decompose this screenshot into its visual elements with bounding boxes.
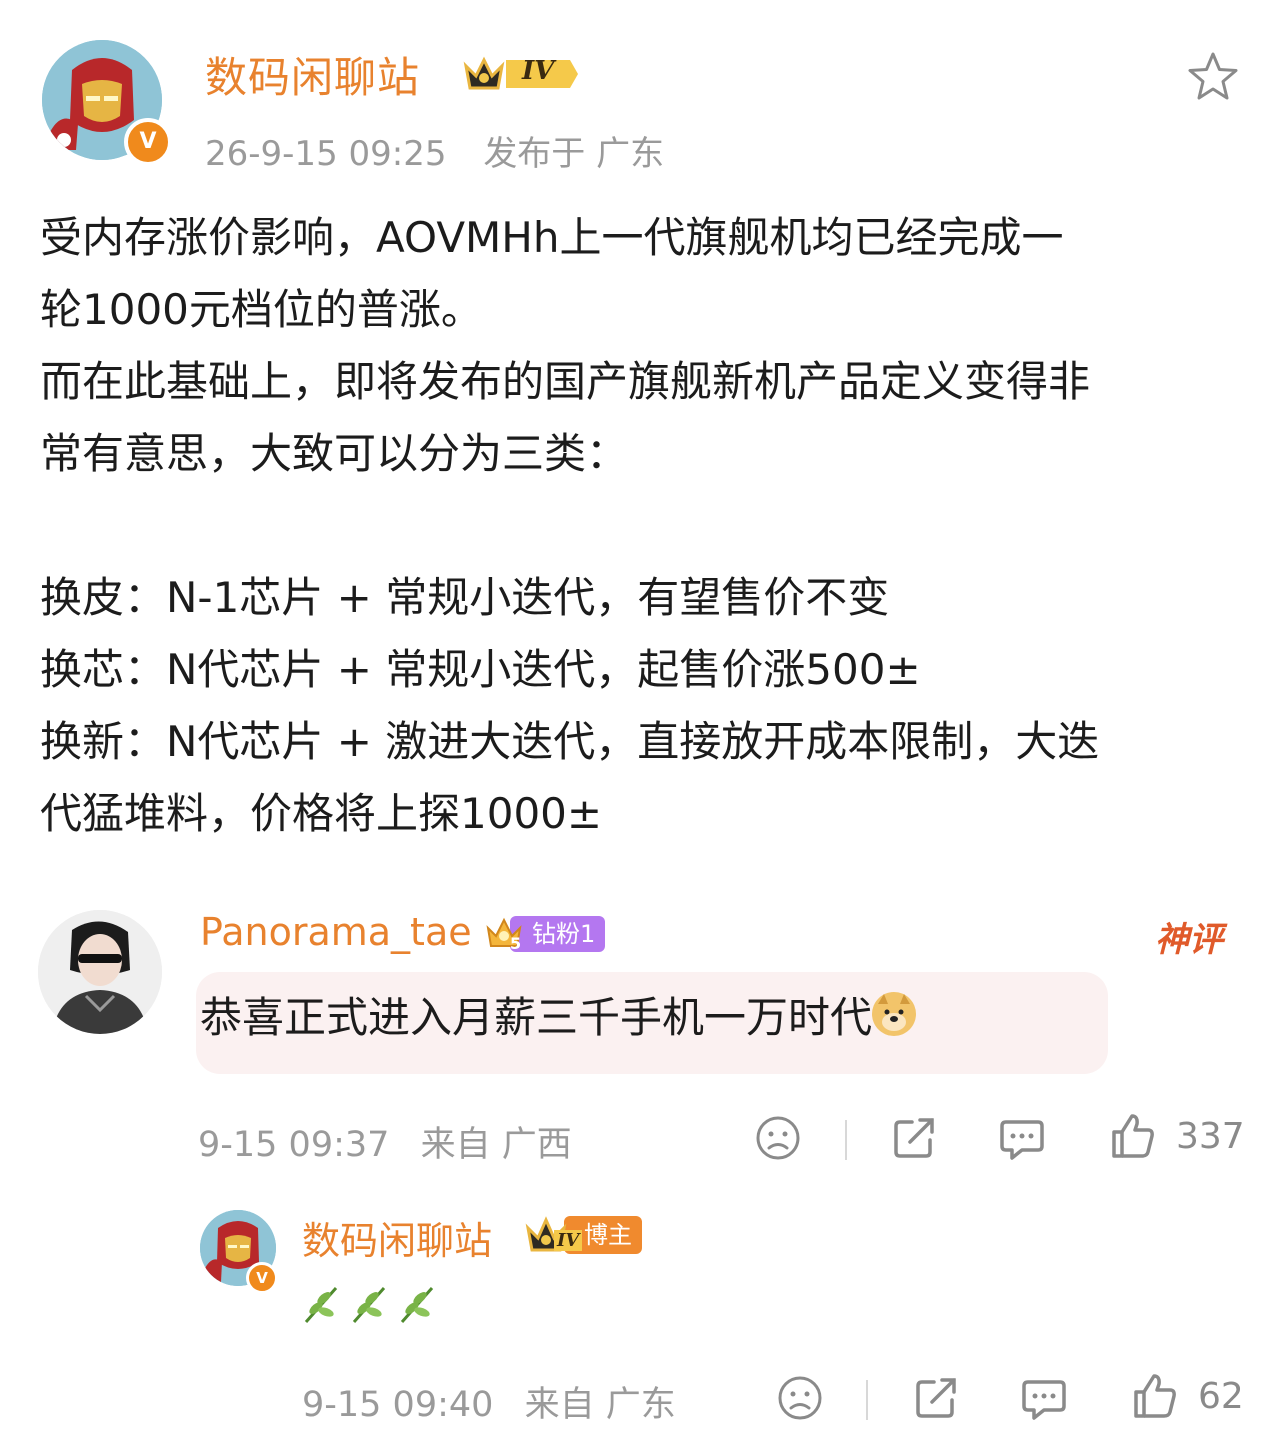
leaf-icon xyxy=(302,1287,442,1336)
comment-location: 来自 广西 xyxy=(420,1125,572,1165)
comment-text-wrap: 恭喜正式进入月薪三千手机一万时代 xyxy=(200,986,917,1050)
post-line: 轮1000元档位的普涨。 xyxy=(40,285,483,334)
favorite-star-icon[interactable] xyxy=(1186,50,1240,104)
dislike-icon[interactable] xyxy=(754,1114,802,1162)
reply-text xyxy=(302,1282,442,1336)
reply-dislike-icon[interactable] xyxy=(776,1374,824,1422)
divider xyxy=(845,1120,847,1160)
post-blank-line xyxy=(40,490,1245,562)
post-location: 发布于 广东 xyxy=(483,134,665,174)
reply-share-icon[interactable] xyxy=(912,1374,960,1422)
reply-crown-icon: IV xyxy=(524,1214,583,1256)
reply-like-count: 62 xyxy=(1198,1376,1244,1417)
commenter-name[interactable]: Panorama_tae xyxy=(200,910,472,954)
reply-level-badge: IV 博主 xyxy=(524,1214,642,1256)
comment-meta: 9-15 09:37 来自 广西 xyxy=(198,1116,572,1167)
reply-comment-icon[interactable] xyxy=(1020,1374,1068,1422)
post-line: 代猛堆料，价格将上探1000± xyxy=(40,789,603,838)
post-content: 受内存涨价影响，AOVMHh上一代旗舰机均已经完成一 轮1000元档位的普涨。 … xyxy=(40,202,1245,850)
fan-badge: 5 钻粉1 xyxy=(484,914,606,954)
reply-like-icon[interactable] xyxy=(1130,1372,1178,1420)
post-meta: 26-9-15 09:25 发布于 广东 xyxy=(205,126,664,175)
reply-timestamp: 9-15 09:40 xyxy=(302,1385,494,1425)
fan-crown-icon: 5 xyxy=(484,914,528,954)
reply-divider xyxy=(866,1380,868,1420)
post-line: 常有意思，大致可以分为三类： xyxy=(40,429,629,478)
post-timestamp: 26-9-15 09:25 xyxy=(205,134,447,174)
post-line: 换新：N代芯片 + 激进大迭代，直接放开成本限制，大迭 xyxy=(40,717,1100,766)
level-badge: IV xyxy=(462,52,582,96)
like-count: 337 xyxy=(1176,1116,1245,1157)
reply-meta: 9-15 09:40 来自 广东 xyxy=(302,1376,676,1427)
level-badge-text: IV xyxy=(522,56,555,86)
comment-text: 恭喜正式进入月薪三千手机一万时代 xyxy=(200,993,873,1042)
comment-icon[interactable] xyxy=(998,1114,1046,1162)
post-line: 而在此基础上，即将发布的国产旗舰新机产品定义变得非 xyxy=(40,357,1091,406)
doge-icon xyxy=(872,992,917,1036)
reply-verified-badge-icon: V xyxy=(246,1262,278,1294)
author-name[interactable]: 数码闲聊站 xyxy=(205,44,420,105)
like-icon[interactable] xyxy=(1108,1112,1156,1160)
reply-location: 来自 广东 xyxy=(524,1385,676,1425)
verified-badge-icon: V xyxy=(124,118,172,166)
comment-timestamp: 9-15 09:37 xyxy=(198,1125,390,1165)
top-comment-tag: 神评 xyxy=(1155,920,1223,960)
post-line: 换皮：N-1芯片 + 常规小迭代，有望售价不变 xyxy=(40,573,890,622)
post-line: 换芯：N代芯片 + 常规小迭代，起售价涨500± xyxy=(40,645,921,694)
commenter-avatar[interactable] xyxy=(38,910,162,1034)
share-icon[interactable] xyxy=(890,1114,938,1162)
reply-author-name[interactable]: 数码闲聊站 xyxy=(302,1210,492,1265)
post-line: 受内存涨价影响，AOVMHh上一代旗舰机均已经完成一 xyxy=(40,213,1064,262)
